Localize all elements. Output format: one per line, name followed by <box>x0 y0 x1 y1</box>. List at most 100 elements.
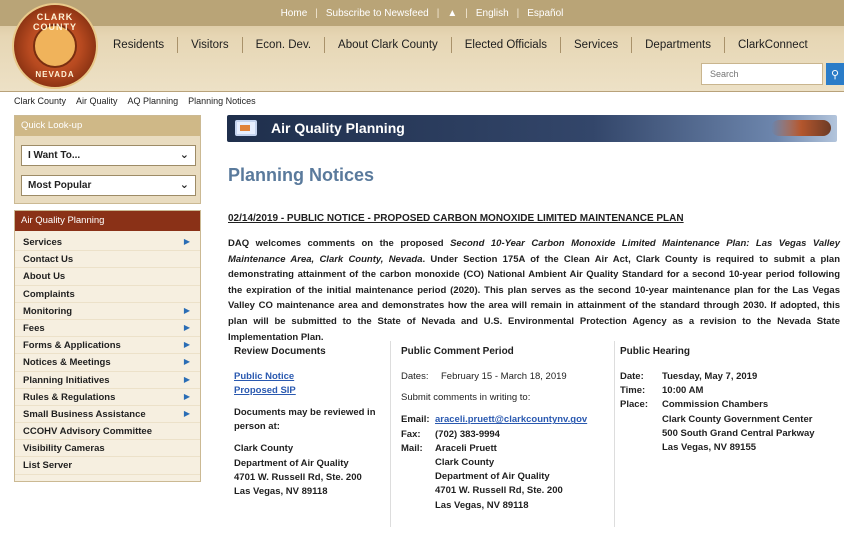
time-label: Time: <box>620 385 646 397</box>
chevron-down-icon: ⌄ <box>179 179 189 191</box>
chevron-right-icon: ▶ <box>183 322 190 332</box>
menu-item-planning-initiatives[interactable]: Planning Initiatives ▶ <box>15 372 200 389</box>
nav-departments[interactable]: Departments <box>632 37 725 53</box>
address-line: Clark County <box>234 443 294 455</box>
i-want-to-dropdown[interactable]: I Want To... ⌄ <box>21 145 196 166</box>
menu-item-complaints[interactable]: Complaints <box>15 286 200 303</box>
notice-body-rest: . Under Section 175A of the Clean Air Ac… <box>228 253 841 343</box>
public-notice-link[interactable]: Public Notice <box>234 370 390 384</box>
nav-services[interactable]: Services <box>561 37 633 53</box>
menu-item-forms-applications[interactable]: Forms & Applications ▶ <box>15 337 200 355</box>
menu-item-monitoring[interactable]: Monitoring ▶ <box>15 303 200 320</box>
clark-county-logo[interactable]: CLARK COUNTY NEVADA <box>12 3 98 89</box>
page-banner: Air Quality Planning <box>227 115 837 142</box>
menu-item-contact-us[interactable]: Contact Us <box>15 251 200 269</box>
menu-item-fees[interactable]: Fees ▶ <box>15 320 200 338</box>
lock-icon[interactable]: ▲ <box>447 8 457 19</box>
quick-lookup-panel: Quick Look-up I Want To... ⌄ Most Popula… <box>14 115 201 204</box>
banner-title: Air Quality Planning <box>271 120 405 136</box>
chevron-right-icon: ▶ <box>183 357 190 367</box>
mail-line: 4701 W. Russell Rd, Ste. 200 <box>435 485 563 497</box>
english-link[interactable]: English <box>476 8 509 19</box>
air-quality-planning-menu: Air Quality Planning Services ▶ Contact Us… <box>14 210 201 482</box>
nav-residents[interactable]: Residents <box>100 37 179 53</box>
menu-item-label: About Us <box>23 271 66 283</box>
nav-elected-officials[interactable]: Elected Officials <box>452 37 562 53</box>
notice-body: DAQ welcomes comments on the proposed Se… <box>228 236 840 345</box>
menu-item-label: Services <box>23 237 63 248</box>
comment-heading: Public Comment Period <box>401 346 514 357</box>
menu-item-label: Notices & Meetings <box>23 357 111 369</box>
menu-list: Services ▶ Contact Us About Us Complaints Mon… <box>15 231 200 475</box>
site-header: Home | Subscribe to Newsfeed | ▲ | Engli… <box>0 0 844 92</box>
fax-label: Fax: <box>401 428 421 440</box>
date-label: Date: <box>620 371 644 382</box>
review-heading: Review Documents <box>234 346 326 357</box>
nav-econ-dev[interactable]: Econ. Dev. <box>243 37 326 53</box>
espanol-link[interactable]: Español <box>527 8 563 19</box>
public-comment-column: Public Comment Period Dates: February 15… <box>395 341 615 527</box>
separator: | <box>516 7 520 19</box>
date-value: Tuesday, May 7, 2019 <box>662 371 758 382</box>
chevron-right-icon: ▶ <box>183 237 190 246</box>
chevron-right-icon: ▶ <box>183 374 190 384</box>
page-title: Planning Notices <box>228 165 375 185</box>
search-input[interactable] <box>710 69 822 79</box>
dropdown-value: I Want To... <box>28 150 81 161</box>
email-label: Email: <box>401 414 430 426</box>
menu-item-label: Complaints <box>23 288 75 300</box>
menu-item-about-us[interactable]: About Us <box>15 268 200 286</box>
menu-item-services[interactable]: Services ▶ <box>15 234 200 252</box>
mail-line: Department of Air Quality <box>435 471 550 483</box>
menu-item-ccohv-advisory-committee[interactable]: CCOHV Advisory Committee <box>15 423 200 441</box>
menu-item-label: List Server <box>23 460 73 472</box>
mail-label: Mail: <box>401 442 423 454</box>
search-icon: ⚲ <box>830 68 840 81</box>
search-field[interactable] <box>701 63 823 85</box>
menu-item-visibility-cameras[interactable]: Visibility Cameras <box>15 440 200 458</box>
mail-line: Las Vegas, NV 89118 <box>435 499 529 511</box>
quick-lookup-title: Quick Look-up <box>15 116 200 136</box>
dropdown-value: Most Popular <box>28 180 92 191</box>
home-link[interactable]: Home <box>281 8 308 19</box>
logo-bottom-text: NEVADA <box>35 70 75 79</box>
menu-item-label: Forms & Applications <box>23 340 121 352</box>
fax-value: (702) 383-9994 <box>435 428 500 440</box>
breadcrumb-item[interactable]: Clark County <box>14 96 66 106</box>
review-note: Documents may be reviewed in person at: <box>234 407 376 433</box>
review-documents-column: Review Documents Public Notice Proposed … <box>228 341 391 527</box>
menu-item-label: Visibility Cameras <box>23 443 105 455</box>
breadcrumb-current: Planning Notices <box>188 96 256 106</box>
chevron-down-icon: ⌄ <box>179 149 189 161</box>
email-link[interactable]: araceli.pruett@clarkcountynv.gov <box>435 413 587 427</box>
address-line: Las Vegas, NV 89118 <box>234 486 328 498</box>
breadcrumb-item[interactable]: AQ Planning <box>128 96 179 106</box>
menu-item-list-server[interactable]: List Server <box>15 457 200 475</box>
notice-title: 02/14/2019 - PUBLIC NOTICE - PROPOSED CA… <box>228 213 684 224</box>
separator: | <box>315 7 318 19</box>
submit-note: Submit comments in writing to: <box>401 392 531 404</box>
menu-item-rules-regulations[interactable]: Rules & Regulations ▶ <box>15 389 200 406</box>
subscribe-link[interactable]: Subscribe to Newsfeed <box>326 8 429 19</box>
public-hearing-column: Public Hearing Date: Tuesday, May 7, 201… <box>620 341 840 527</box>
search-button[interactable]: ⚲ <box>826 63 844 85</box>
nav-visitors[interactable]: Visitors <box>178 37 243 53</box>
menu-item-label: CCOHV Advisory Committee <box>23 426 152 438</box>
nav-about-clark-county[interactable]: About Clark County <box>325 37 452 53</box>
chevron-right-icon: ▶ <box>183 340 190 350</box>
place-line: Clark County Government Center <box>662 413 813 425</box>
chevron-right-icon: ▶ <box>183 305 190 315</box>
menu-item-notices-meetings[interactable]: Notices & Meetings ▶ <box>15 354 200 372</box>
nav-clarkconnect[interactable]: ClarkConnect <box>725 37 821 53</box>
place-line: Commission Chambers <box>662 399 769 411</box>
banner-landscape-decoration <box>771 120 831 136</box>
logo-top-text: CLARK COUNTY <box>33 12 77 32</box>
breadcrumb: Clark County Air Quality AQ Planning Pla… <box>14 96 256 106</box>
hearing-heading: Public Hearing <box>620 346 691 357</box>
breadcrumb-item[interactable]: Air Quality <box>76 96 118 106</box>
place-line: 500 South Grand Central Parkway <box>662 427 815 439</box>
most-popular-dropdown[interactable]: Most Popular ⌄ <box>21 175 196 196</box>
main-navigation: Residents Visitors Econ. Dev. About Clar… <box>100 30 821 60</box>
menu-item-small-business-assistance[interactable]: Small Business Assistance ▶ <box>15 406 200 424</box>
proposed-sip-link[interactable]: Proposed SIP <box>234 384 390 398</box>
